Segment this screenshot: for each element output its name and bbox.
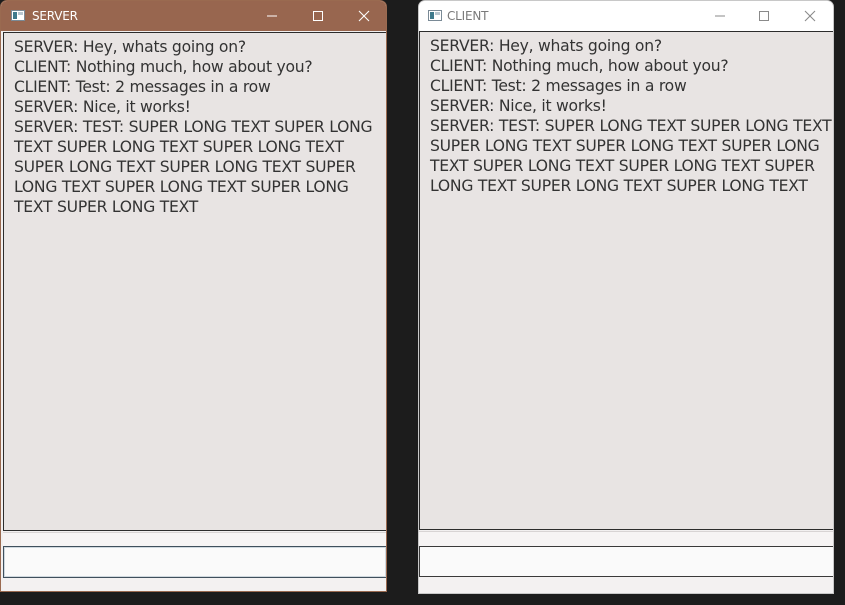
server-chat-log[interactable]: SERVER: Hey, whats going on? CLIENT: Not… [3, 32, 386, 531]
chat-message: CLIENT: Test: 2 messages in a row [14, 78, 271, 96]
client-minimize-button[interactable] [697, 1, 743, 31]
client-window: CLIENT SERVER: Hey, whats going on? CLIE… [418, 0, 834, 594]
close-icon [804, 10, 816, 22]
chat-message: SERVER: TEST: SUPER LONG TEXT SUPER LONG… [430, 117, 832, 195]
chat-message: CLIENT: Test: 2 messages in a row [430, 77, 687, 95]
app-window-icon [11, 10, 25, 21]
client-bottom-strip [419, 577, 833, 593]
client-titlebar[interactable]: CLIENT [419, 1, 833, 31]
server-close-button[interactable] [341, 1, 386, 31]
client-window-title: CLIENT [447, 9, 489, 23]
server-window-title: SERVER [32, 9, 78, 23]
minimize-icon [715, 15, 725, 17]
client-message-input[interactable] [419, 546, 833, 577]
minimize-icon [267, 15, 277, 17]
app-window-icon [428, 10, 442, 21]
chat-message: SERVER: Hey, whats going on? [14, 38, 246, 56]
server-maximize-button[interactable] [295, 1, 341, 31]
server-message-input[interactable] [3, 546, 386, 578]
chat-message: SERVER: TEST: SUPER LONG TEXT SUPER LONG… [14, 118, 373, 216]
client-close-button[interactable] [787, 1, 833, 31]
close-icon [358, 10, 370, 22]
server-divider-strip [3, 532, 386, 546]
chat-message: SERVER: Nice, it works! [430, 97, 607, 115]
chat-message: CLIENT: Nothing much, how about you? [14, 58, 313, 76]
maximize-icon [313, 11, 323, 21]
client-chat-log[interactable]: SERVER: Hey, whats going on? CLIENT: Not… [419, 31, 833, 530]
chat-message: CLIENT: Nothing much, how about you? [430, 57, 729, 75]
server-window: SERVER SERVER: Hey, whats going on? CLIE… [0, 0, 387, 592]
server-bottom-strip [3, 578, 386, 591]
client-maximize-button[interactable] [741, 1, 787, 31]
maximize-icon [759, 11, 769, 21]
server-minimize-button[interactable] [249, 1, 295, 31]
chat-message: SERVER: Hey, whats going on? [430, 37, 662, 55]
server-titlebar[interactable]: SERVER [1, 1, 386, 31]
client-divider-strip [419, 531, 833, 546]
chat-message: SERVER: Nice, it works! [14, 98, 191, 116]
